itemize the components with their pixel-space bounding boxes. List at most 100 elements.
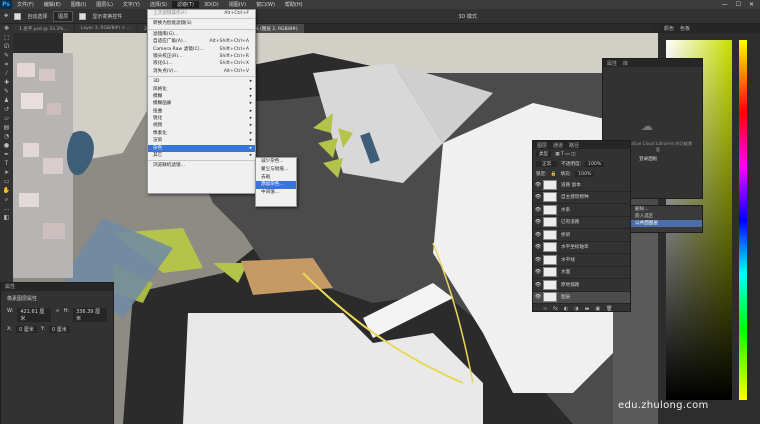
gradient-icon[interactable]: ▤	[0, 123, 13, 132]
eraser-icon[interactable]: ▱	[0, 114, 13, 123]
stamp-icon[interactable]: ♟	[0, 96, 13, 105]
menu-window[interactable]: 窗口(W)	[251, 1, 280, 8]
adjustment-icon[interactable]: ◑	[574, 306, 578, 312]
w-field[interactable]: 421.61 厘米	[17, 308, 52, 322]
menu-file[interactable]: 文件(F)	[12, 1, 39, 8]
marquee-icon[interactable]: ⬚	[0, 33, 13, 42]
edit-toolbar-icon[interactable]: …	[0, 204, 13, 213]
submenu-item-reduce-noise[interactable]: 减少杂色...	[256, 158, 296, 166]
menu-item-render[interactable]: 渲染 ▸	[148, 137, 255, 144]
menu-item-adaptive-wide-angle[interactable]: 自适应广角(A)... Alt+Shift+Ctrl+A	[148, 38, 255, 45]
path-select-icon[interactable]: ➤	[0, 168, 13, 177]
filter-icon[interactable]: ▦ T ▭ ◫	[555, 152, 575, 157]
dodge-icon[interactable]: ●	[0, 141, 13, 150]
pen-icon[interactable]: ✒	[0, 150, 13, 159]
color-swatch-icon[interactable]: ◧	[0, 213, 13, 222]
eye-icon[interactable]: 👁	[533, 294, 543, 300]
layer-row[interactable]: 👁 道路 副本	[533, 179, 630, 192]
type-icon[interactable]: T	[0, 159, 13, 168]
maximize-icon[interactable]: ☐	[736, 1, 741, 8]
history-brush-icon[interactable]: ↺	[0, 105, 13, 114]
properties-tab[interactable]: 属性	[1, 283, 113, 291]
h-field[interactable]: 336.39 厘米	[72, 308, 107, 322]
menu-item-3d[interactable]: 3D ▸	[148, 78, 255, 85]
menu-item-blur[interactable]: 模糊 ▸	[148, 93, 255, 100]
close-icon[interactable]: ✕	[749, 1, 754, 8]
menu-help[interactable]: 帮助(H)	[280, 1, 308, 8]
shape-icon[interactable]: ▭	[0, 177, 13, 186]
blend-mode-select[interactable]: 正常	[536, 161, 558, 167]
menu-select[interactable]: 选择(S)	[145, 1, 172, 8]
lasso-icon[interactable]: ᘏ	[0, 42, 13, 51]
tab-libraries[interactable]: 库	[623, 60, 628, 67]
brush-icon[interactable]: ✎	[0, 87, 13, 96]
menu-layer[interactable]: 图层(L)	[91, 1, 118, 8]
submenu-item-median[interactable]: 中间值...	[256, 189, 296, 197]
crop-icon[interactable]: ⌗	[0, 60, 13, 69]
auto-select-dropdown[interactable]: 图层	[53, 10, 74, 22]
menu-item-camera-raw[interactable]: Camera Raw 滤镜(C)... Shift+Ctrl+A	[148, 46, 255, 53]
eye-icon[interactable]: 👁	[533, 269, 543, 275]
menu-item-other[interactable]: 其它 ▸	[148, 152, 255, 159]
menu-item-pixelate[interactable]: 像素化 ▸	[148, 130, 255, 137]
fill-field[interactable]: 100%	[575, 171, 595, 177]
tab-doc-2[interactable]: Layer 3, RGB/8#) × ...	[74, 24, 137, 33]
eye-icon[interactable]: 👁	[533, 232, 543, 238]
menu-image[interactable]: 图像(I)	[66, 1, 91, 8]
menu-item-video[interactable]: 视频 ▸	[148, 122, 255, 129]
menu-item-blur-gallery[interactable]: 模糊画廊 ▸	[148, 100, 255, 107]
minimize-icon[interactable]: —	[722, 1, 728, 8]
menu-item-stylize[interactable]: 风格化 ▸	[148, 86, 255, 93]
menu-item-distort[interactable]: 扭曲 ▸	[148, 108, 255, 115]
context-item-public-layer[interactable]: 公共面图层	[629, 220, 702, 227]
login-button[interactable]: 登录面板	[639, 156, 657, 162]
mask-icon[interactable]: ◐	[564, 306, 568, 312]
tab-layers[interactable]: 图层	[537, 142, 547, 149]
layer-row[interactable]: 👁 水系	[533, 204, 630, 217]
link-layers-icon[interactable]: ∞	[543, 306, 547, 312]
menu-3d[interactable]: 3D(D)	[199, 2, 224, 8]
menu-item-sharpen[interactable]: 锐化 ▸	[148, 115, 255, 122]
menu-edit[interactable]: 编辑(E)	[39, 1, 66, 8]
tab-doc-1[interactable]: 1 总平.psd @ 33.3%...	[13, 24, 74, 33]
eye-icon[interactable]: 👁	[533, 207, 543, 213]
menu-item-vanishing-point[interactable]: 消失点(V)... Alt+Ctrl+V	[148, 68, 255, 75]
context-item-embed[interactable]: 嵌入选区	[629, 213, 702, 220]
new-layer-icon[interactable]: ▣	[595, 306, 600, 312]
menu-item-filter-gallery[interactable]: 滤镜库(G)...	[148, 31, 255, 38]
menu-item-convert-smart-filter[interactable]: 转换为智能滤镜(S)	[148, 20, 255, 27]
submenu-item-despeckle[interactable]: 去斑	[256, 174, 296, 182]
tab-swatches[interactable]: 色板	[680, 25, 690, 32]
eye-icon[interactable]: 👁	[533, 194, 543, 200]
eye-icon[interactable]: 👁	[533, 182, 543, 188]
tab-paths[interactable]: 路径	[569, 142, 579, 149]
layer-row[interactable]: 👁 水面	[533, 267, 630, 279]
healing-icon[interactable]: ✚	[0, 78, 13, 87]
tab-properties[interactable]: 属性	[607, 60, 617, 67]
zoom-icon[interactable]: ⌕	[0, 195, 13, 204]
move-tool-icon[interactable]: ✥	[0, 24, 13, 33]
trash-icon[interactable]: 🗑	[606, 306, 612, 312]
layer-row[interactable]: 👁 水平坐标轴草	[533, 242, 630, 254]
opacity-field[interactable]: 100%	[585, 161, 605, 167]
layer-row[interactable]: 👁 已有道路	[533, 217, 630, 229]
eye-icon[interactable]: 👁	[533, 244, 543, 250]
quick-select-icon[interactable]: ✎	[0, 51, 13, 60]
link-icon[interactable]: ∞	[55, 308, 59, 322]
menu-type[interactable]: 文字(Y)	[118, 1, 145, 8]
submenu-item-dust-scratches[interactable]: 蒙尘与划痕...	[256, 166, 296, 174]
y-field[interactable]: 0 厘米	[48, 326, 70, 333]
context-item-delete[interactable]: 删除...	[629, 206, 702, 213]
eye-icon[interactable]: 👁	[533, 257, 543, 263]
hue-slider[interactable]	[739, 40, 747, 400]
eye-icon[interactable]: 👁	[533, 282, 543, 288]
folder-icon[interactable]: ▬	[585, 306, 590, 312]
menu-item-liquify[interactable]: 液化(L)... Shift+Ctrl+X	[148, 60, 255, 67]
move-icon[interactable]: ✥	[4, 13, 8, 19]
auto-select-checkbox[interactable]	[14, 12, 22, 20]
menu-item-browse-online[interactable]: 浏览联机滤镜...	[148, 162, 255, 169]
menu-filter[interactable]: 滤镜(T)	[171, 1, 199, 8]
menu-view[interactable]: 视图(V)	[224, 1, 251, 8]
hand-icon[interactable]: ✋	[0, 186, 13, 195]
eye-icon[interactable]: 👁	[533, 219, 543, 225]
